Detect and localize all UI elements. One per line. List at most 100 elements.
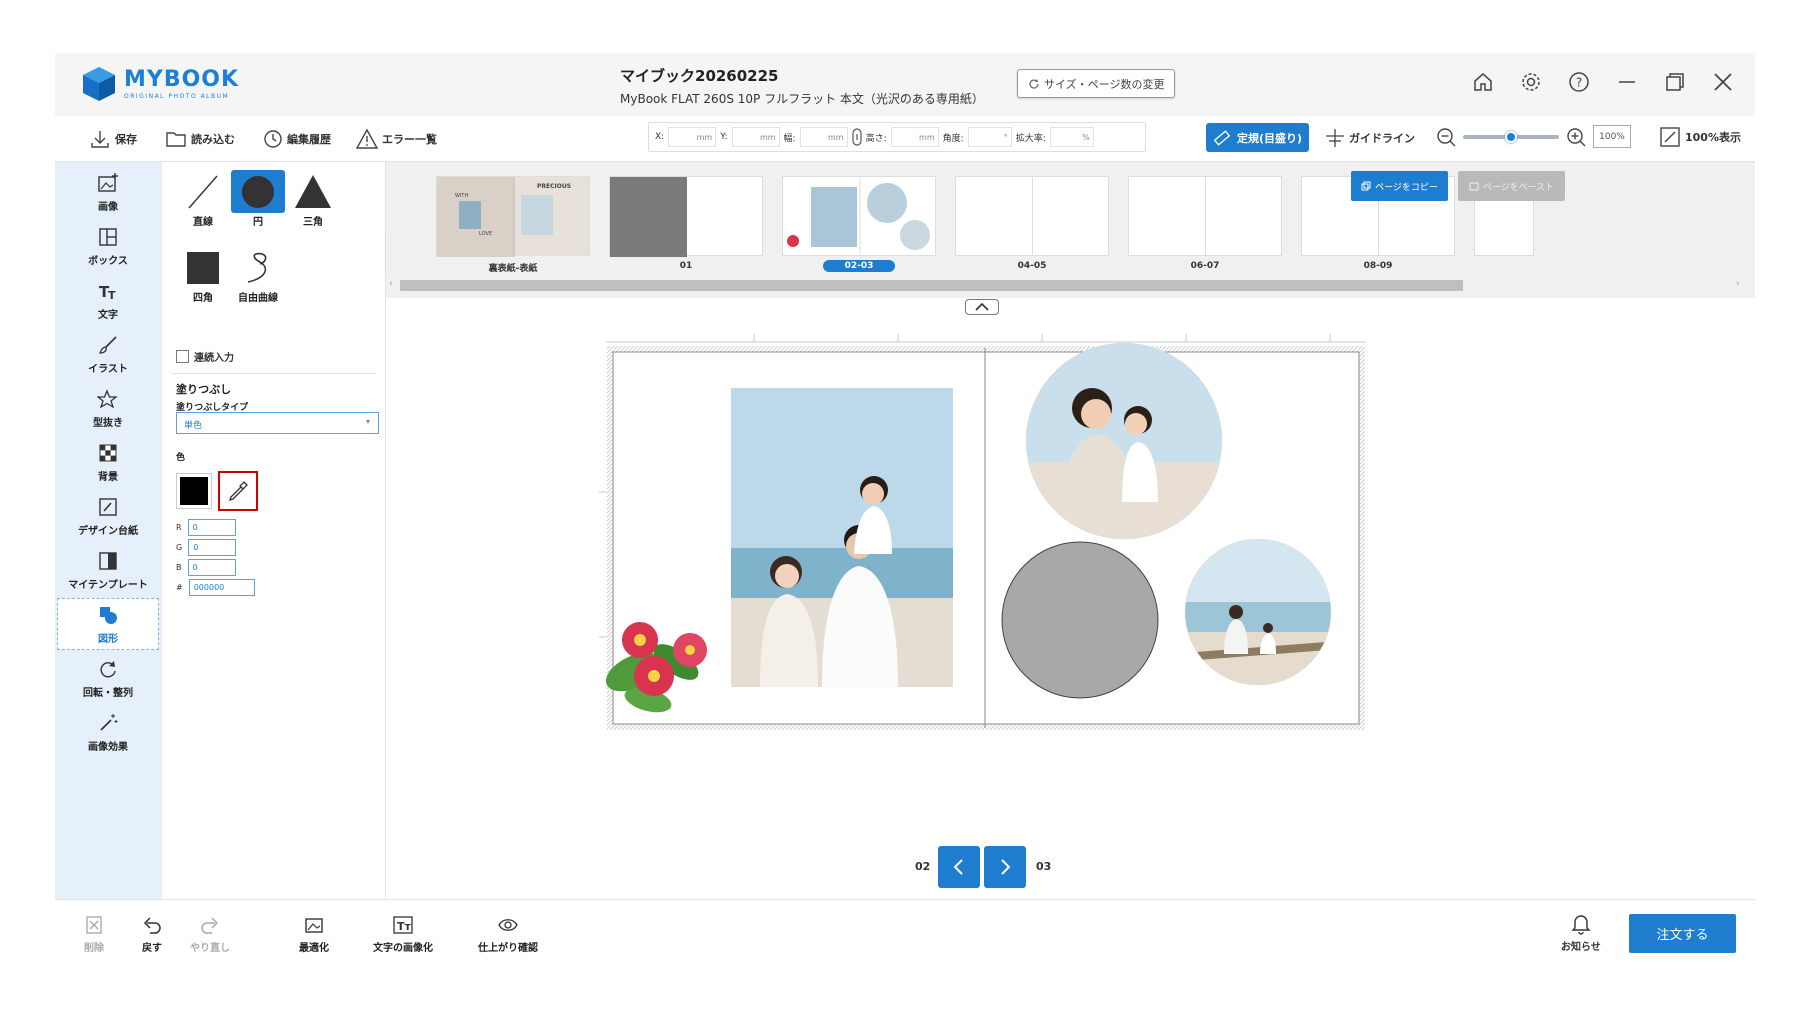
bell-icon: [1571, 915, 1591, 935]
nav-shapes[interactable]: 図形: [57, 598, 159, 650]
eye-icon: [498, 919, 518, 931]
nav-my-template[interactable]: マイテンプレート: [57, 544, 159, 596]
shape-freehand[interactable]: 自由曲線: [231, 246, 285, 304]
green-input[interactable]: 0: [188, 539, 237, 556]
full-view-button[interactable]: 100%表示: [1659, 126, 1741, 148]
next-page-button[interactable]: [984, 846, 1026, 888]
shape-triangle[interactable]: 三角: [286, 170, 340, 228]
history-label: 編集履歴: [287, 133, 331, 146]
zoom-slider[interactable]: [1463, 130, 1559, 143]
nav-box-label: ボックス: [88, 255, 128, 267]
design-sheet-icon: [99, 497, 117, 516]
save-label: 保存: [115, 133, 137, 146]
shape-circle[interactable]: 円: [231, 170, 285, 228]
help-icon[interactable]: ?: [1567, 70, 1591, 94]
notifications-button[interactable]: お知らせ: [1561, 911, 1601, 953]
shapes-icon: [100, 606, 117, 624]
zoom-value[interactable]: 100%: [1593, 125, 1631, 148]
svg-text:?: ?: [1576, 76, 1582, 90]
guideline-label: ガイドライン: [1349, 132, 1415, 145]
nav-background[interactable]: 背景: [57, 436, 159, 488]
shape-tool-panel: 直線 円 三角 四角 自由曲線 連続入力 塗りつぶし 塗りつぶしタイプ 単色 ▾: [162, 162, 386, 899]
nav-background-label: 背景: [98, 471, 118, 483]
nav-box[interactable]: ボックス: [57, 220, 159, 272]
preview-button[interactable]: 仕上がり確認: [478, 914, 538, 954]
redo-label: やり直し: [190, 943, 230, 954]
delete-label: 削除: [84, 943, 104, 954]
errors-label: エラー一覧: [382, 133, 437, 146]
change-size-button[interactable]: サイズ・ページ数の変更: [1017, 69, 1176, 98]
warning-icon: [356, 128, 378, 149]
load-button[interactable]: 読み込む: [165, 128, 235, 150]
errors-button[interactable]: エラー一覧: [356, 128, 437, 150]
shape-line[interactable]: 直線: [176, 170, 230, 228]
order-button[interactable]: 注文する: [1629, 914, 1736, 953]
blue-row: B 0: [176, 559, 236, 576]
gear-icon[interactable]: [1519, 70, 1543, 94]
guideline-button[interactable]: ガイドライン: [1325, 128, 1415, 148]
optimize-image-icon: [305, 918, 323, 933]
delete-button[interactable]: 削除: [83, 914, 105, 954]
fill-type-select[interactable]: 単色 ▾: [176, 412, 379, 434]
green-label: G: [176, 543, 183, 552]
close-icon[interactable]: [1711, 70, 1735, 94]
nav-cutout[interactable]: 型抜き: [57, 382, 159, 434]
width-input[interactable]: mm: [799, 127, 848, 147]
blue-input[interactable]: 0: [187, 559, 236, 576]
window-controls: ?: [1471, 70, 1735, 94]
prev-page-button[interactable]: [938, 846, 980, 888]
link-ratio-icon[interactable]: [851, 127, 862, 147]
zoom-in-icon[interactable]: [1565, 126, 1587, 148]
gray-circle-shape[interactable]: [1001, 541, 1159, 699]
scale-input[interactable]: %: [1049, 127, 1094, 147]
nav-illust[interactable]: イラスト: [57, 328, 159, 380]
product-name: MyBook FLAT 260S 10P フルフラット 本文（光沢のある専用紙）: [620, 92, 984, 106]
red-input[interactable]: 0: [187, 519, 236, 536]
checkbox-box[interactable]: [176, 350, 189, 363]
angle-input[interactable]: °: [967, 127, 1012, 147]
line-icon: [188, 175, 218, 208]
home-icon[interactable]: [1471, 70, 1495, 94]
magic-wand-icon: [100, 713, 118, 731]
shape-rectangle[interactable]: 四角: [176, 246, 230, 304]
nav-text[interactable]: TT 文字: [57, 274, 159, 326]
guideline-icon: [1326, 129, 1344, 147]
nav-shapes-label: 図形: [98, 633, 118, 645]
zoom-slider-knob[interactable]: [1505, 130, 1517, 143]
fill-heading: 塗りつぶし: [176, 383, 232, 396]
optimize-button[interactable]: 最適化: [299, 914, 329, 954]
text-to-image-button[interactable]: Tт 文字の画像化: [373, 914, 433, 954]
save-button[interactable]: 保存: [89, 128, 137, 150]
nav-image-effect-label: 画像効果: [88, 741, 128, 753]
nav-image-effect[interactable]: 画像効果: [57, 706, 159, 758]
red-row: R 0: [176, 519, 236, 536]
eyedropper-button[interactable]: [218, 471, 258, 511]
nav-image-label: 画像: [98, 201, 118, 213]
nav-design-sheet[interactable]: デザイン台紙: [57, 490, 159, 542]
square-icon: [187, 251, 219, 284]
nav-illust-label: イラスト: [88, 363, 128, 375]
template-icon: [99, 551, 117, 570]
hex-input[interactable]: 000000: [188, 579, 255, 596]
minimize-icon[interactable]: [1615, 70, 1639, 94]
y-input[interactable]: mm: [731, 127, 780, 147]
nav-cutout-label: 型抜き: [93, 417, 123, 429]
x-input[interactable]: mm: [668, 127, 717, 147]
x-label: X:: [655, 132, 665, 142]
height-input[interactable]: mm: [890, 127, 939, 147]
ruler-button[interactable]: 定規(目盛り): [1206, 123, 1309, 152]
nav-rotate-align[interactable]: 回転・整列: [57, 652, 159, 704]
nav-rotate-align-label: 回転・整列: [83, 687, 133, 699]
zoom-out-icon[interactable]: [1435, 126, 1457, 148]
undo-button[interactable]: 戻す: [141, 914, 163, 954]
restore-icon[interactable]: [1663, 70, 1687, 94]
nav-image[interactable]: 画像: [57, 166, 159, 218]
redo-button[interactable]: やり直し: [190, 914, 230, 954]
continuous-input-checkbox[interactable]: 連続入力: [176, 349, 234, 364]
history-button[interactable]: 編集履歴: [261, 128, 331, 150]
freehand-curve-icon: [247, 252, 267, 283]
next-page-number: 03: [1036, 860, 1052, 873]
family-photo[interactable]: [731, 388, 953, 687]
color-swatch[interactable]: [176, 473, 212, 509]
refresh-icon: [1029, 78, 1039, 89]
